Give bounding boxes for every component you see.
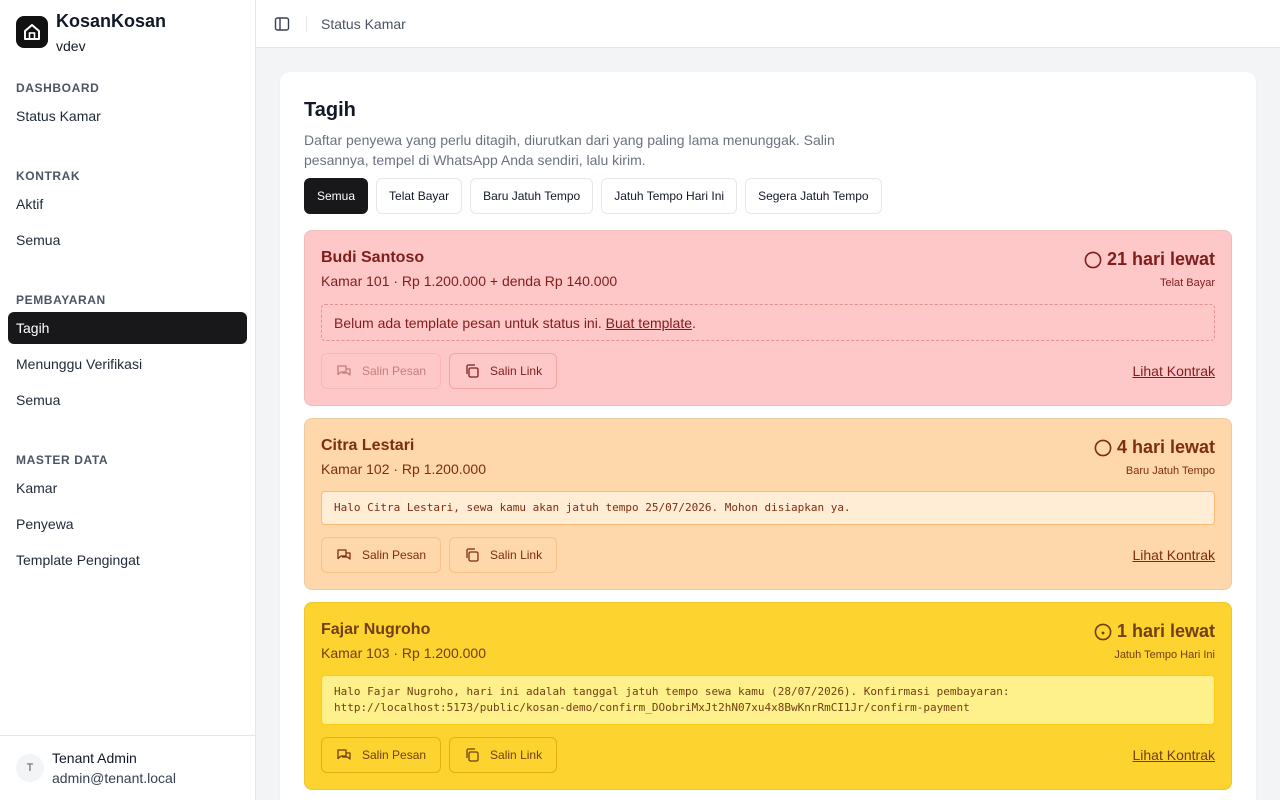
nav-section-kontrak: KONTRAK Aktif Semua [8, 168, 247, 256]
copy-link-button[interactable]: Salin Link [449, 737, 558, 773]
overdue-days: 4 hari lewat [1116, 437, 1215, 457]
copy-link-label: Salin Link [490, 364, 543, 378]
message-line: Halo Fajar Nugroho, hari ini adalah tang… [334, 685, 1010, 698]
clock-icon [1084, 251, 1102, 268]
clock-icon [1094, 439, 1112, 456]
nav-section-master-data: MASTER DATA Kamar Penyewa Template Pengi… [8, 452, 247, 576]
sidebar: KosanKosan vdev DASHBOARD Status Kamar K… [0, 0, 256, 800]
overdue-indicator: 4 hari lewat [1094, 437, 1215, 458]
tenant-card: Budi Santoso Kamar 101 · Rp 1.200.000 + … [304, 230, 1232, 406]
sidebar-item-template-pengingat[interactable]: Template Pengingat [8, 544, 247, 576]
brand[interactable]: KosanKosan vdev [16, 10, 166, 54]
sidebar-toggle-button[interactable] [266, 8, 298, 40]
message-preview: Halo Fajar Nugroho, hari ini adalah tang… [321, 675, 1215, 725]
sidebar-item-kontrak-aktif[interactable]: Aktif [8, 188, 247, 220]
brand-name: KosanKosan [56, 11, 167, 31]
filter-baru-jatuh-tempo[interactable]: Baru Jatuh Tempo [470, 178, 594, 214]
copy-link-label: Salin Link [490, 748, 543, 762]
nav-heading: DASHBOARD [16, 81, 100, 95]
copy-message-label: Salin Pesan [362, 548, 427, 562]
chat-icon [337, 549, 351, 560]
nav-section-dashboard: DASHBOARD Status Kamar [8, 80, 247, 132]
breadcrumb[interactable]: Status Kamar [321, 16, 406, 32]
copy-message-button[interactable]: Salin Pesan [321, 537, 442, 573]
main-content: Tagih Daftar penyewa yang perlu ditagih,… [280, 72, 1256, 800]
sidebar-item-status-kamar[interactable]: Status Kamar [8, 100, 247, 132]
view-contract-link[interactable]: Lihat Kontrak [1133, 547, 1216, 563]
card-actions: Salin Pesan Salin Link [321, 353, 565, 389]
tenant-card: Citra Lestari Kamar 102 · Rp 1.200.000 4… [304, 418, 1232, 590]
nav-heading: KONTRAK [16, 169, 81, 183]
message-preview: Halo Citra Lestari, sewa kamu akan jatuh… [321, 491, 1215, 525]
user-menu[interactable]: T Tenant Admin admin@tenant.local [0, 735, 255, 800]
copy-icon [466, 364, 479, 378]
copy-link-button[interactable]: Salin Link [449, 537, 558, 573]
page-description: Daftar penyewa yang perlu ditagih, diuru… [304, 132, 835, 168]
copy-message-label: Salin Pesan [362, 364, 427, 378]
sidebar-item-kamar[interactable]: Kamar [8, 472, 247, 504]
overdue-days: 21 hari lewat [1106, 249, 1215, 269]
nav-section-pembayaran: PEMBAYARAN Tagih Menunggu Verifikasi Sem… [8, 292, 247, 416]
chat-icon [337, 749, 351, 760]
copy-message-button[interactable]: Salin Pesan [321, 353, 442, 389]
copy-link-label: Salin Link [490, 548, 543, 562]
copy-message-label: Salin Pesan [362, 748, 427, 762]
view-contract-link[interactable]: Lihat Kontrak [1133, 363, 1216, 379]
topbar: Status Kamar [256, 0, 1280, 48]
tenant-info: Kamar 103 · Rp 1.200.000 [321, 645, 486, 661]
filter-segera-jatuh-tempo[interactable]: Segera Jatuh Tempo [745, 178, 882, 214]
create-template-link[interactable]: Buat template [606, 315, 692, 331]
sidebar-item-penyewa[interactable]: Penyewa [8, 508, 247, 540]
filter-semua[interactable]: Semua [304, 178, 369, 214]
overdue-days: 1 hari lewat [1116, 621, 1215, 641]
page-title: Tagih [304, 99, 356, 121]
card-actions: Salin Pesan Salin Link [321, 737, 565, 773]
tenant-name: Citra Lestari [321, 437, 415, 454]
status-badge: Baru Jatuh Tempo [1125, 465, 1215, 477]
brand-version: vdev [56, 38, 86, 54]
tenant-info: Kamar 102 · Rp 1.200.000 [321, 461, 486, 477]
user-name: Tenant Admin [52, 750, 137, 766]
sidebar-item-pembayaran-semua[interactable]: Semua [8, 384, 247, 416]
nav-heading: MASTER DATA [16, 453, 109, 467]
tenant-card: Fajar Nugroho Kamar 103 · Rp 1.200.000 1… [304, 602, 1232, 790]
status-badge: Telat Bayar [1159, 277, 1215, 289]
home-icon [16, 16, 48, 48]
filter-tabs: Semua Telat Bayar Baru Jatuh Tempo Jatuh… [304, 178, 890, 214]
tenant-info: Kamar 101 · Rp 1.200.000 + denda Rp 140.… [321, 273, 618, 289]
sidebar-item-kontrak-semua[interactable]: Semua [8, 224, 247, 256]
notice-text: Belum ada template pesan untuk status in… [334, 314, 602, 331]
copy-icon [466, 748, 479, 762]
tenant-name: Budi Santoso [321, 249, 425, 266]
nav-heading: PEMBAYARAN [16, 293, 106, 307]
clock-icon [1094, 623, 1112, 640]
sidebar-toggle-icon [274, 16, 290, 31]
avatar: T [16, 754, 44, 782]
status-badge: Jatuh Tempo Hari Ini [1114, 649, 1215, 661]
sidebar-item-tagih[interactable]: Tagih [8, 312, 247, 344]
tenant-name: Fajar Nugroho [321, 621, 431, 638]
overdue-indicator: 1 hari lewat [1094, 621, 1215, 642]
filter-telat-bayar[interactable]: Telat Bayar [376, 178, 463, 214]
notice-suffix: . [692, 314, 696, 331]
message-link-line: http://localhost:5173/public/kosan-demo/… [334, 701, 970, 714]
template-missing-notice: Belum ada template pesan untuk status in… [321, 304, 1215, 341]
overdue-indicator: 21 hari lewat [1084, 249, 1215, 270]
filter-jatuh-tempo-hari-ini[interactable]: Jatuh Tempo Hari Ini [601, 178, 738, 214]
sidebar-item-menunggu-verifikasi[interactable]: Menunggu Verifikasi [8, 348, 247, 380]
copy-link-button[interactable]: Salin Link [449, 353, 558, 389]
copy-message-button[interactable]: Salin Pesan [321, 737, 442, 773]
user-email: admin@tenant.local [52, 770, 176, 786]
copy-icon [466, 548, 479, 562]
view-contract-link[interactable]: Lihat Kontrak [1133, 747, 1216, 763]
card-actions: Salin Pesan Salin Link [321, 537, 565, 573]
divider [306, 15, 307, 32]
chat-icon [337, 365, 351, 376]
